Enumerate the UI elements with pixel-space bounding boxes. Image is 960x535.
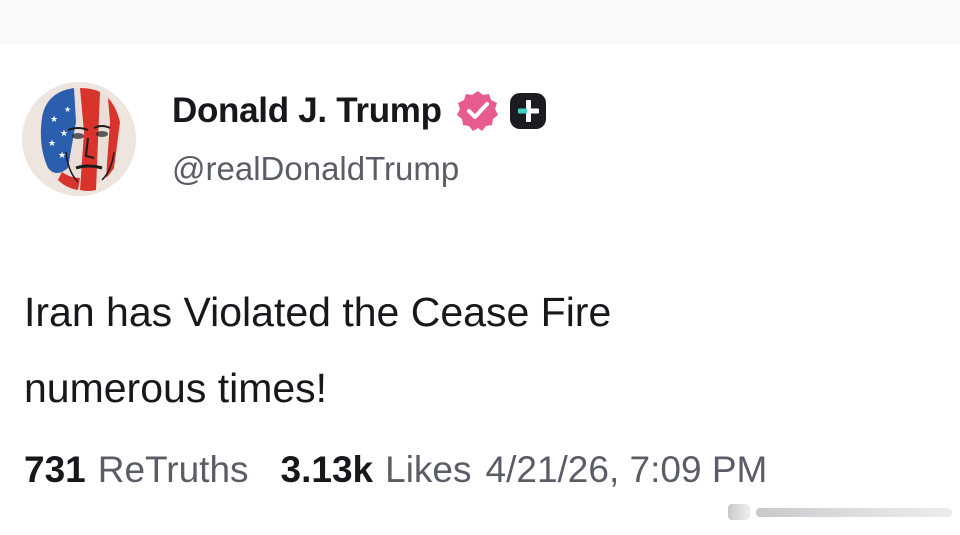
blurred-watermark: [728, 500, 954, 522]
likes-count[interactable]: 3.13k: [281, 449, 374, 491]
post-text-line: numerous times!: [24, 365, 328, 411]
top-strip: [0, 0, 960, 44]
retruths-count[interactable]: 731: [24, 449, 86, 491]
plus-badge-icon: [509, 93, 546, 129]
post-stats: 731 ReTruths 3.13k Likes 4/21/26, 7:09 P…: [24, 446, 767, 494]
svg-text:★: ★: [48, 138, 56, 148]
author-avatar[interactable]: ★ ★ ★ ★ ★: [22, 82, 136, 196]
likes-label[interactable]: Likes: [385, 449, 471, 491]
post-text-line: Iran has Violated the Cease Fire: [24, 289, 612, 335]
author-name-row: Donald J. Trump: [172, 88, 546, 134]
verified-icon: [456, 89, 500, 133]
post-timestamp: 4/21/26, 7:09 PM: [485, 449, 768, 490]
portrait-flag-avatar-icon: ★ ★ ★ ★ ★: [22, 82, 136, 196]
author-handle[interactable]: @realDonaldTrump: [172, 150, 459, 188]
svg-text:★: ★: [64, 105, 71, 114]
svg-text:★: ★: [50, 114, 58, 124]
svg-text:★: ★: [58, 150, 66, 160]
post-text: Iran has Violated the Cease Fire numerou…: [24, 274, 904, 426]
svg-text:★: ★: [60, 128, 68, 138]
retruths-label[interactable]: ReTruths: [98, 449, 249, 491]
author-display-name[interactable]: Donald J. Trump: [172, 91, 442, 131]
